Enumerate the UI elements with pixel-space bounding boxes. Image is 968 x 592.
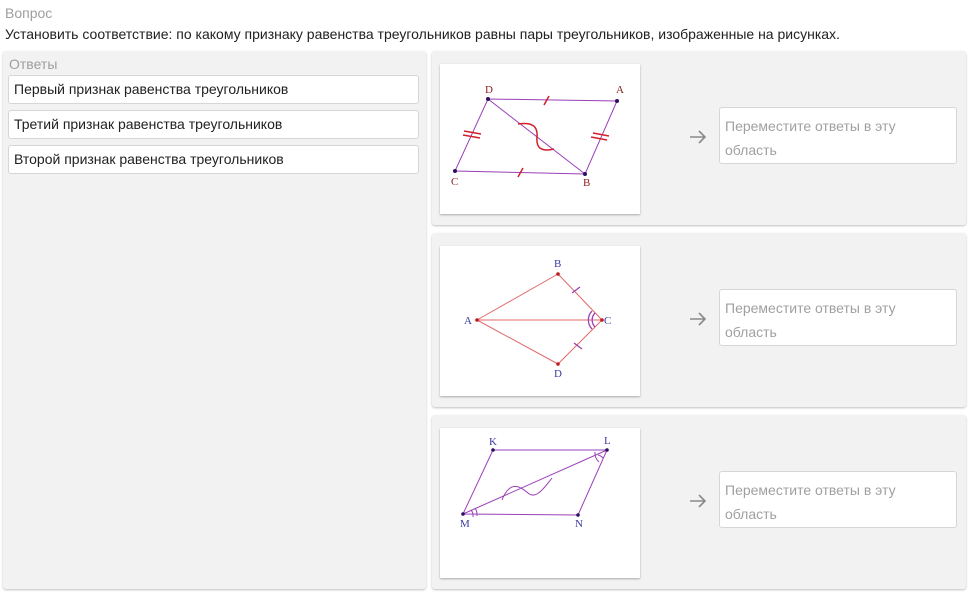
arrow-right-icon — [690, 312, 707, 326]
angle-arc-m-2 — [474, 507, 478, 517]
answers-title: Ответы — [9, 56, 58, 72]
point-l — [605, 448, 609, 452]
task-row-3: K L M N Переместите ответы в эту область — [432, 415, 966, 589]
point-d — [556, 362, 560, 366]
answer-item-first-criterion[interactable]: Первый признак равенства треугольников — [8, 75, 419, 104]
label-a: A — [464, 315, 472, 327]
tick-mark-da — [543, 95, 550, 106]
arrow-right-icon — [690, 130, 707, 144]
drop-zone-task-1[interactable]: Переместите ответы в эту область — [719, 107, 957, 164]
point-a — [615, 99, 619, 103]
task-row-1: D A C B Переместите ответы в эту область — [432, 51, 966, 225]
point-m — [461, 512, 465, 516]
point-b — [583, 172, 587, 176]
figure-kite-abcd: A B C D — [440, 246, 640, 396]
figure-parallelogram-klnm: K L M N — [440, 428, 640, 578]
label-c: C — [451, 176, 458, 188]
point-b — [556, 272, 560, 276]
answer-item-second-criterion[interactable]: Второй признак равенства треугольников — [8, 145, 419, 174]
angle-arc-l-1 — [597, 454, 604, 459]
label-k: K — [489, 436, 497, 448]
label-d: D — [554, 368, 562, 380]
label-l: L — [604, 435, 611, 447]
point-a — [475, 318, 479, 322]
figure-parallelogram-dacb: D A C B — [440, 64, 640, 214]
label-m: M — [460, 518, 470, 530]
point-n — [576, 513, 580, 517]
task-row-2: A B C D Переместите ответы в эту область — [432, 233, 966, 407]
point-c — [453, 169, 457, 173]
label-a: A — [616, 84, 624, 96]
segment-ab — [476, 273, 559, 321]
segment-da — [476, 319, 559, 365]
answers-panel: Ответы Первый признак равенства треуголь… — [3, 51, 426, 589]
label-b: B — [554, 258, 561, 270]
label-n: N — [575, 518, 583, 530]
point-k — [491, 448, 495, 452]
angle-arc-m-1 — [470, 509, 474, 518]
arrow-right-icon — [690, 494, 707, 508]
answer-item-third-criterion[interactable]: Третий признак равенства треугольников — [8, 110, 419, 139]
tick-mark-ab-1 — [592, 132, 610, 137]
diagonal-ml — [462, 449, 608, 515]
label-d: D — [485, 84, 493, 96]
drop-zone-task-2[interactable]: Переместите ответы в эту область — [719, 289, 957, 346]
question-text: Установить соответствие: по какому призн… — [5, 26, 840, 42]
question-caption: Вопрос — [5, 5, 53, 21]
segment-bc — [557, 273, 603, 321]
label-c: C — [604, 315, 611, 327]
tick-mark-diagonal-wave — [501, 477, 553, 501]
drop-zone-task-3[interactable]: Переместите ответы в эту область — [719, 471, 957, 528]
point-d — [486, 97, 490, 101]
label-b: B — [583, 177, 590, 189]
tick-mark-ab-2 — [590, 136, 608, 141]
